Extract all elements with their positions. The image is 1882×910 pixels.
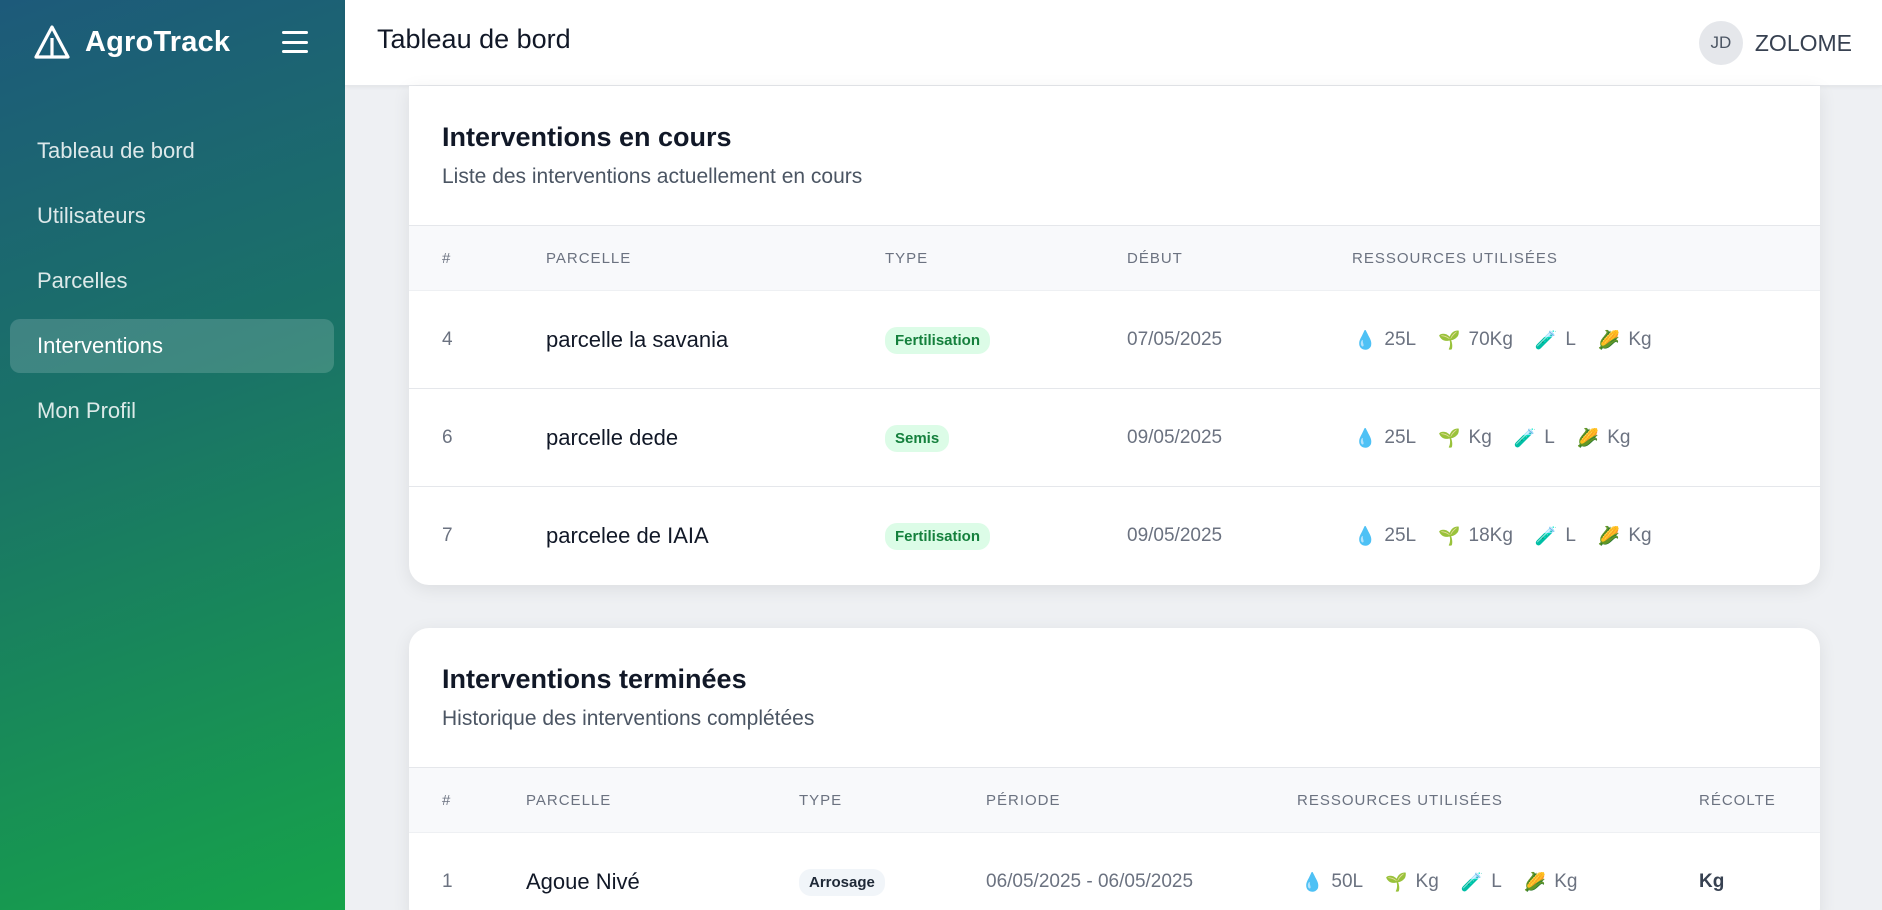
parcel-name: parcelle la savania <box>546 326 729 352</box>
harvest-qty: Kg <box>1607 426 1631 448</box>
column-header: # <box>442 250 452 267</box>
droplet-icon: 💧 <box>1354 329 1377 350</box>
column-header: DÉBUT <box>1127 250 1183 267</box>
seed-qty: Kg <box>1415 871 1439 892</box>
type-badge: Arrosage <box>799 869 885 896</box>
seed-qty: 18Kg <box>1468 525 1513 546</box>
table-header: # PARCELLE TYPE PÉRIODE RESSOURCES UTILI… <box>409 768 1820 833</box>
column-header: RESSOURCES UTILISÉES <box>1352 250 1558 267</box>
corn-icon: 🌽 <box>1576 427 1600 448</box>
resources: 💧 25L 🌱 70Kg 🧪 L 🌽 Kg <box>1354 329 1652 351</box>
resources: 💧 50L 🌱 Kg 🧪 L 🌽 Kg <box>1301 871 1577 893</box>
harvest-qty: Kg <box>1628 328 1652 350</box>
start-date: 09/05/2025 <box>1127 426 1223 448</box>
column-header: TYPE <box>885 250 929 267</box>
column-header: RESSOURCES UTILISÉES <box>1297 792 1503 809</box>
harvest-qty: Kg <box>1628 525 1652 546</box>
triangle-logo-icon <box>34 25 70 59</box>
type-badge: Fertilisation <box>885 523 991 550</box>
water-qty: 50L <box>1331 871 1364 892</box>
seed-qty: 70Kg <box>1468 328 1513 350</box>
row-id: 7 <box>442 525 453 546</box>
table-row[interactable]: 6 parcelle dede Semis 09/05/2025 💧 25L 🌱 K… <box>409 389 1820 487</box>
sidebar-item-profile[interactable]: Mon Profil <box>10 384 334 438</box>
sidebar-item-parcels[interactable]: Parcelles <box>10 254 334 308</box>
product-qty: L <box>1544 426 1555 448</box>
column-header: PÉRIODE <box>986 792 1061 809</box>
card-subtitle: Liste des interventions actuellement en … <box>442 165 863 188</box>
in-progress-card: Interventions en cours Liste des interve… <box>409 86 1820 585</box>
seedling-icon: 🌱 <box>1438 526 1461 546</box>
app-name: AgroTrack <box>85 25 231 58</box>
card-title: Interventions terminées <box>442 664 747 694</box>
completed-card: Interventions terminées Historique des i… <box>409 628 1820 910</box>
syringe-icon: 🧪 <box>1534 329 1558 350</box>
type-badge: Semis <box>885 424 950 452</box>
water-qty: 25L <box>1384 328 1417 350</box>
table-row[interactable]: 1 Agoue Nivé Arrosage 06/05/2025 - 06/05… <box>409 833 1820 910</box>
start-date: 07/05/2025 <box>1127 328 1223 350</box>
column-header: RÉCOLTE <box>1699 792 1776 809</box>
type-badge: Fertilisation <box>885 326 991 354</box>
username[interactable]: ZOLOME <box>1755 30 1852 57</box>
page-title: Tableau de bord <box>377 24 571 54</box>
row-id: 1 <box>442 871 453 892</box>
sidebar: AgroTrack Tableau de bord Utilisateurs P… <box>0 0 345 910</box>
product-qty: L <box>1565 525 1576 546</box>
sidebar-nav: Tableau de bord Utilisateurs Parcelles I… <box>10 124 334 449</box>
corn-icon: 🌽 <box>1597 526 1621 546</box>
sidebar-item-interventions[interactable]: Interventions <box>10 319 334 373</box>
column-header: # <box>442 792 452 809</box>
corn-icon: 🌽 <box>1597 329 1621 350</box>
avatar[interactable]: JD <box>1698 21 1743 65</box>
period: 06/05/2025 - 06/05/2025 <box>986 871 1194 892</box>
droplet-icon: 💧 <box>1354 427 1377 448</box>
product-qty: L <box>1491 871 1502 892</box>
resources: 💧 25L 🌱 18Kg 🧪 L 🌽 Kg <box>1354 525 1652 547</box>
start-date: 09/05/2025 <box>1127 525 1223 546</box>
parcel-name: Agoue Nivé <box>526 869 640 894</box>
seedling-icon: 🌱 <box>1438 329 1461 350</box>
seed-qty: Kg <box>1468 426 1492 448</box>
seedling-icon: 🌱 <box>1438 427 1461 448</box>
parcel-name: parcelle dede <box>546 424 679 450</box>
droplet-icon: 💧 <box>1301 872 1324 892</box>
card-header: Interventions terminées Historique des i… <box>409 628 1820 768</box>
harvest-qty: Kg <box>1554 871 1578 892</box>
syringe-icon: 🧪 <box>1513 427 1537 448</box>
syringe-icon: 🧪 <box>1534 526 1558 546</box>
column-header: PARCELLE <box>546 250 632 267</box>
user-menu[interactable]: JD ZOLOME <box>1698 21 1852 65</box>
water-qty: 25L <box>1384 426 1417 448</box>
column-header: PARCELLE <box>526 792 612 809</box>
seedling-icon: 🌱 <box>1385 872 1408 892</box>
card-subtitle: Historique des interventions complétées <box>442 707 815 730</box>
sidebar-item-dashboard[interactable]: Tableau de bord <box>10 124 334 178</box>
droplet-icon: 💧 <box>1354 526 1377 546</box>
row-id: 4 <box>442 328 453 350</box>
syringe-icon: 🧪 <box>1460 872 1484 892</box>
column-header: TYPE <box>799 792 843 809</box>
table-row[interactable]: 4 parcelle la savania Fertilisation 07/0… <box>409 291 1820 389</box>
corn-icon: 🌽 <box>1523 872 1547 892</box>
parcel-name: parcelee de IAIA <box>546 523 709 548</box>
table-header: # PARCELLE TYPE DÉBUT RESSOURCES UTILISÉ… <box>409 226 1820 291</box>
harvest-value: Kg <box>1699 871 1725 892</box>
row-id: 6 <box>442 426 453 448</box>
brand[interactable]: AgroTrack <box>33 22 230 62</box>
resources: 💧 25L 🌱 Kg 🧪 L 🌽 Kg <box>1354 427 1630 449</box>
table-row[interactable]: 7 parcelee de IAIA Fertilisation 09/05/2… <box>409 487 1820 585</box>
product-qty: L <box>1565 328 1576 350</box>
card-header: Interventions en cours Liste des interve… <box>409 86 1820 226</box>
sidebar-item-users[interactable]: Utilisateurs <box>10 189 334 243</box>
card-title: Interventions en cours <box>442 122 732 152</box>
hamburger-icon[interactable] <box>280 28 310 56</box>
topbar: Tableau de bord JD ZOLOME <box>345 0 1882 86</box>
water-qty: 25L <box>1384 525 1417 546</box>
